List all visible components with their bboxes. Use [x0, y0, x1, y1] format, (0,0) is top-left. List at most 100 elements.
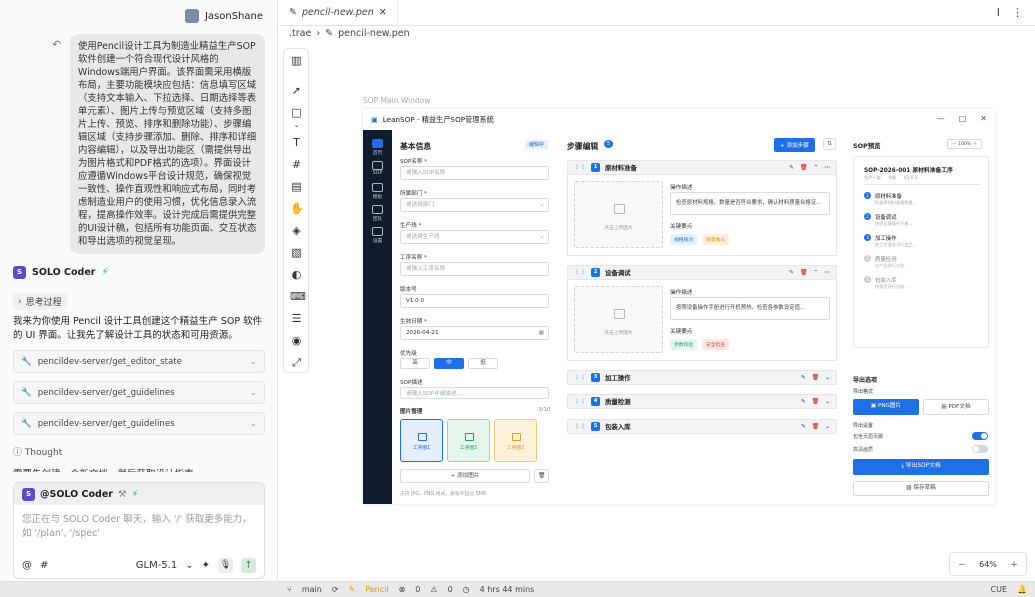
tool-call-item[interactable]: 🔧 pencildev-server/get_editor_state ⌄: [13, 350, 265, 373]
priority-medium-button[interactable]: 中: [434, 358, 464, 369]
image-icon[interactable]: ▧: [290, 246, 303, 259]
chat-composer[interactable]: S @SOLO Coder ⚒ ⚡ 您正在与 SOLO Coder 聊天，输入 …: [13, 482, 265, 579]
chevron-down-icon[interactable]: ⌄: [825, 399, 830, 405]
step-header[interactable]: ⋮⋮ 2 设备调试 ✎ 🗑 ⌃ ⋯: [567, 265, 837, 280]
drag-handle-icon[interactable]: ⋮⋮: [574, 164, 586, 171]
step-header[interactable]: ⋮⋮ 1 原材料准备 ✎ 🗑 ⌃ ⋯: [567, 160, 837, 175]
image-thumbnail[interactable]: 工序图2: [447, 419, 490, 462]
key-point-tag[interactable]: 参数校验: [670, 339, 698, 350]
process-name-input[interactable]: 请输入工序名称: [400, 262, 549, 276]
hash-icon[interactable]: #: [40, 560, 48, 571]
trash-icon[interactable]: 🗑: [812, 424, 819, 430]
breadcrumb-item[interactable]: .trae: [289, 28, 311, 39]
right-status-label[interactable]: CUE: [991, 585, 1008, 594]
version-input[interactable]: V1.0.0: [400, 294, 549, 308]
breadcrumb-item[interactable]: pencil-new.pen: [338, 28, 410, 39]
maximize-icon[interactable]: □: [959, 114, 967, 123]
key-point-tag[interactable]: 规格核对: [670, 234, 698, 245]
image-upload-area[interactable]: 点击上传图片: [574, 181, 663, 248]
more-icon[interactable]: ⋮: [1012, 6, 1023, 19]
mic-icon[interactable]: 🎙: [218, 558, 233, 573]
mode-label[interactable]: Pencil: [365, 585, 388, 594]
chevron-up-icon[interactable]: ⌃: [813, 165, 818, 171]
step-header[interactable]: ⋮⋮ 3 加工操作 ✎ 🗑 ⌄: [567, 370, 837, 385]
drag-handle-icon[interactable]: ⋮⋮: [574, 269, 586, 276]
error-count[interactable]: 0: [415, 585, 420, 594]
drag-handle-icon[interactable]: ⋮⋮: [574, 423, 586, 430]
priority-high-button[interactable]: 高: [400, 358, 430, 369]
trash-icon[interactable]: 🗑: [812, 399, 819, 405]
step-header[interactable]: ⋮⋮ 4 质量检测 ✎ 🗑 ⌄: [567, 394, 837, 409]
image-thumbnail[interactable]: 工序图1: [400, 419, 443, 462]
preview-zoom-control[interactable]: － 100% ＋: [947, 139, 983, 149]
bell-icon[interactable]: 🔔: [1017, 585, 1027, 594]
zoom-out-icon[interactable]: －: [958, 559, 966, 570]
trash-icon[interactable]: 🗑: [800, 270, 807, 276]
thought-row[interactable]: ⓘ Thought: [13, 445, 62, 458]
nav-item-template[interactable]: 模板: [368, 183, 387, 200]
save-draft-button[interactable]: ▨ 保存草稿: [853, 481, 989, 496]
date-picker[interactable]: 2026-04-21 ▦: [400, 326, 549, 340]
sliders-icon[interactable]: ☰: [290, 312, 303, 325]
layers-icon[interactable]: ▥: [290, 54, 303, 67]
trash-icon[interactable]: 🗑: [800, 165, 807, 171]
palette-icon[interactable]: ◐: [290, 268, 303, 281]
sop-name-input[interactable]: 请输入SOP名称: [400, 166, 549, 180]
tool-call-item[interactable]: 🔧 pencildev-server/get_guidelines ⌄: [13, 412, 265, 435]
department-select[interactable]: 请选择部门 ⌄: [400, 198, 549, 212]
edit-icon[interactable]: ✎: [789, 270, 794, 276]
send-button[interactable]: ↑: [241, 558, 256, 573]
hd-toggle[interactable]: [972, 445, 988, 453]
delete-image-button[interactable]: 🗑: [534, 469, 549, 483]
image-thumbnail[interactable]: 工序图3: [494, 419, 537, 462]
minus-icon[interactable]: －: [952, 142, 957, 147]
drag-handle-icon[interactable]: ⋮⋮: [574, 374, 586, 381]
op-desc-textarea[interactable]: 按照设备操作手册进行开机预热，检查各参数设定值...: [670, 297, 830, 320]
edit-icon[interactable]: ✎: [801, 424, 806, 430]
zoom-level[interactable]: 64%: [979, 560, 997, 569]
rectangle-icon[interactable]: □: [290, 106, 303, 119]
close-icon[interactable]: ✕: [980, 114, 987, 123]
nav-item-team[interactable]: 团队: [368, 205, 387, 222]
hand-icon[interactable]: ✋: [290, 202, 304, 215]
more-icon[interactable]: ⋯: [824, 270, 830, 276]
tools-icon[interactable]: ⚒: [118, 489, 127, 500]
sort-button[interactable]: ⇅: [823, 138, 836, 150]
select-arrow-icon[interactable]: ➚: [290, 84, 303, 97]
op-desc-textarea[interactable]: 检查原材料规格、数量是否符合要求，确认材料质量合格证...: [670, 192, 830, 215]
header-footer-toggle[interactable]: [972, 432, 988, 440]
desc-textarea[interactable]: 请输入SOP详细描述...: [400, 387, 549, 399]
chevron-up-icon[interactable]: ⌃: [813, 270, 818, 276]
warning-count[interactable]: 0: [448, 585, 453, 594]
nav-item-settings[interactable]: 设置: [368, 227, 387, 244]
priority-low-button[interactable]: 低: [468, 358, 498, 369]
drag-handle-icon[interactable]: ⋮⋮: [574, 398, 586, 405]
branch-name[interactable]: main: [302, 585, 322, 594]
keyboard-icon[interactable]: ⌨: [290, 290, 306, 303]
key-point-tag[interactable]: 质量确认: [702, 234, 730, 245]
edit-icon[interactable]: ✎: [789, 165, 794, 171]
mention-icon[interactable]: @: [22, 560, 32, 571]
frame-icon[interactable]: #: [290, 158, 303, 171]
chevron-down-icon[interactable]: ⌄: [825, 375, 830, 381]
sparkle-icon[interactable]: ✦: [202, 560, 210, 571]
minimize-icon[interactable]: —: [937, 114, 945, 123]
undo-icon[interactable]: ↶: [52, 38, 61, 51]
close-icon[interactable]: ✕: [379, 7, 387, 18]
sync-icon[interactable]: ⟳: [332, 585, 339, 594]
png-format-button[interactable]: ▣ PNG图片: [853, 399, 919, 415]
export-button[interactable]: ⤓ 导出SOP文档: [853, 459, 989, 475]
tool-call-item[interactable]: 🔧 pencildev-server/get_guidelines ⌄: [13, 381, 265, 404]
text-icon[interactable]: T: [290, 136, 303, 149]
add-image-button[interactable]: + 添加图片: [400, 469, 530, 483]
frame-label[interactable]: SOP Main Window: [363, 96, 430, 105]
key-point-tag[interactable]: 安全检查: [702, 339, 730, 350]
user-circle-icon[interactable]: ◉: [290, 334, 303, 347]
text-cursor-icon[interactable]: I: [997, 6, 1000, 19]
pdf-format-button[interactable]: ▤ PDF文档: [923, 399, 989, 415]
line-select[interactable]: 请选择生产线 ⌄: [400, 230, 549, 244]
chevron-down-icon[interactable]: ⌄: [825, 424, 830, 430]
note-icon[interactable]: ▤: [290, 180, 303, 193]
component-icon[interactable]: ◈: [290, 224, 303, 237]
editor-tab[interactable]: ✎ pencil-new.pen ✕: [279, 0, 398, 26]
